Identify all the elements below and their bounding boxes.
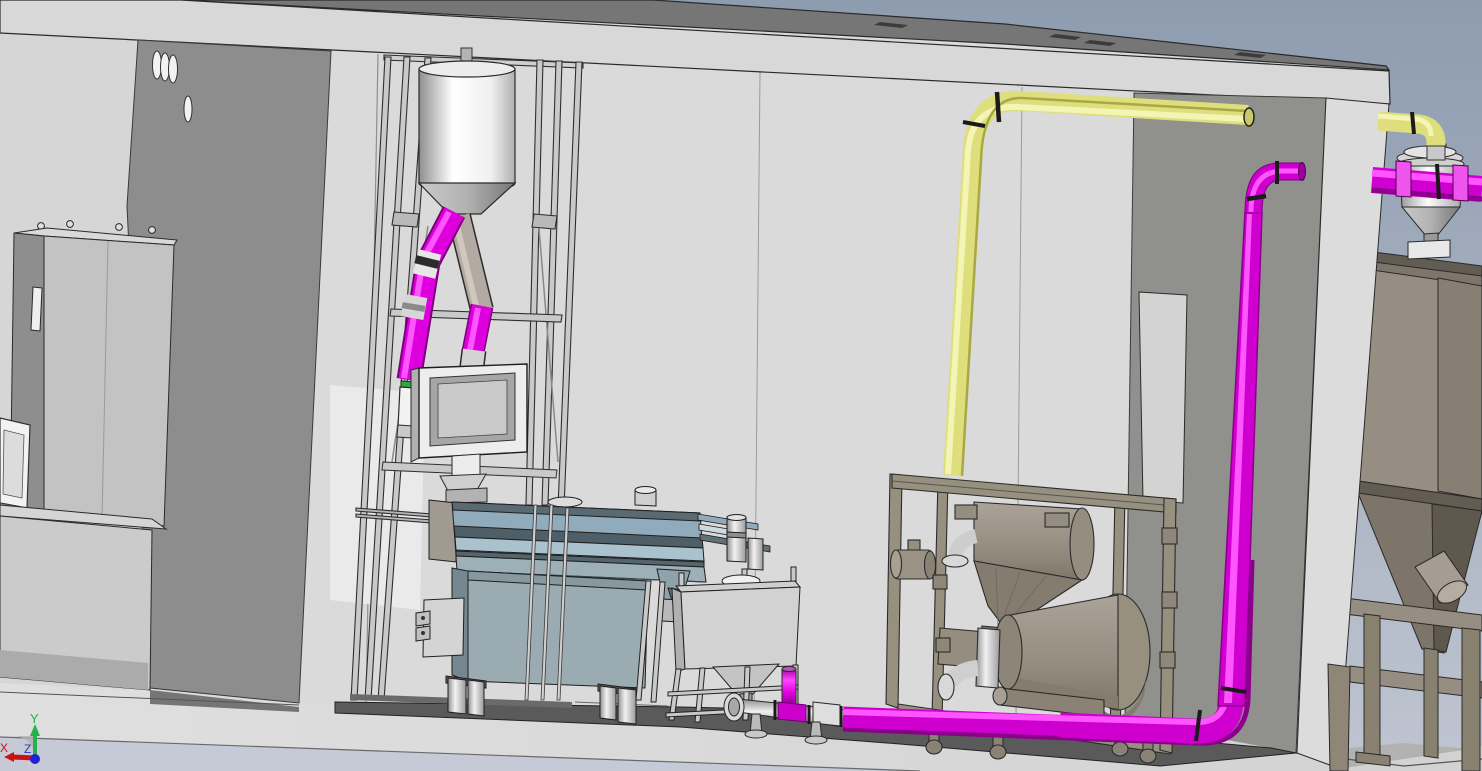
svg-text:Y: Y	[30, 711, 39, 726]
svg-text:Z: Z	[24, 742, 31, 756]
svg-text:X: X	[0, 741, 8, 755]
